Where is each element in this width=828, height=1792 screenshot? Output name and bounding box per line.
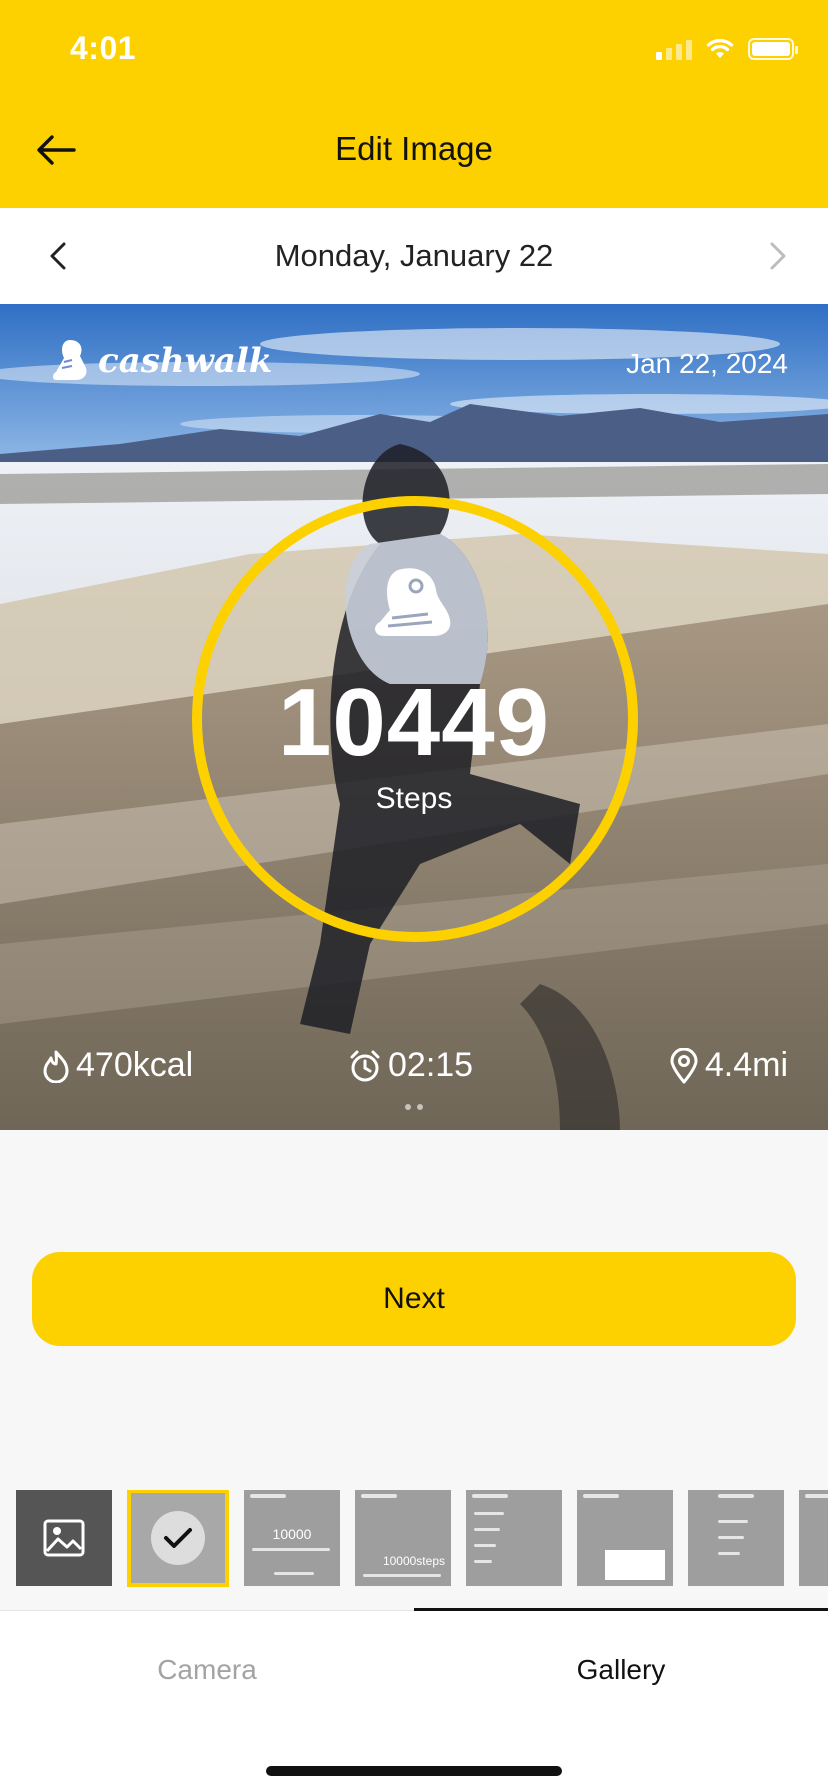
photo-date: Jan 22, 2024 <box>626 348 788 379</box>
template-thumbnail[interactable]: 10000steps <box>355 1490 451 1586</box>
running-shoe-icon <box>375 568 451 636</box>
image-icon <box>43 1519 85 1557</box>
template-thumbnail[interactable]: 10000 <box>244 1490 340 1586</box>
duration-value: 02:15 <box>388 1046 474 1084</box>
next-date-button[interactable] <box>758 234 798 278</box>
template-thumbnail-selected[interactable] <box>127 1490 229 1587</box>
steps-count: 10449 <box>278 669 550 776</box>
distance-stat: 4.4mi <box>669 1046 788 1085</box>
status-icons <box>656 38 798 60</box>
alarm-clock-icon <box>350 1050 380 1081</box>
tab-gallery[interactable]: Gallery <box>414 1654 828 1686</box>
gallery-picker-button[interactable] <box>16 1490 112 1586</box>
brand-name: cashwalk <box>98 341 273 381</box>
battery-icon <box>748 38 798 60</box>
bottom-tabs: Camera Gallery <box>0 1608 828 1792</box>
distance-value: 4.4mi <box>704 1046 788 1084</box>
thumbnail-preview-text: 10000 <box>272 1526 312 1542</box>
template-thumbnail[interactable] <box>688 1490 784 1586</box>
header: 4:01 Edit Image <box>0 0 828 208</box>
home-indicator <box>266 1766 562 1776</box>
status-time: 4:01 <box>70 30 137 66</box>
calories-stat: 470kcal <box>42 1046 193 1085</box>
flame-icon <box>43 1050 69 1083</box>
location-pin-icon <box>670 1047 698 1083</box>
photo-preview[interactable]: cashwalk Jan 22, 2024 10449 Steps 470kca… <box>0 304 828 1130</box>
template-thumbnail[interactable] <box>577 1490 673 1586</box>
brand-logo: cashwalk <box>50 338 272 384</box>
tab-camera[interactable]: Camera <box>0 1654 414 1686</box>
active-tab-indicator <box>414 1608 828 1611</box>
shoe-icon <box>53 340 87 380</box>
calories-value: 470kcal <box>76 1046 194 1084</box>
page-title: Edit Image <box>335 130 493 167</box>
template-thumbnails: 10000 10000steps <box>16 1490 828 1588</box>
chevron-right-icon <box>770 242 786 270</box>
wifi-icon <box>706 38 734 58</box>
check-icon <box>164 1528 192 1548</box>
date-label: Monday, January 22 <box>274 238 554 273</box>
signal-icon <box>656 38 692 60</box>
steps-label: Steps <box>375 782 453 815</box>
date-nav: Monday, January 22 <box>0 208 828 304</box>
duration-stat: 02:15 <box>348 1046 473 1085</box>
selected-check <box>151 1511 205 1565</box>
template-thumbnail[interactable] <box>799 1490 828 1586</box>
edit-image-screen: 4:01 Edit Image Monday, January 22 cashw… <box>0 0 828 1792</box>
thumbnail-preview-text: 10000steps <box>382 1554 445 1568</box>
template-thumbnail[interactable] <box>466 1490 562 1586</box>
next-button[interactable]: Next <box>32 1252 796 1346</box>
page-dots <box>0 1104 828 1110</box>
